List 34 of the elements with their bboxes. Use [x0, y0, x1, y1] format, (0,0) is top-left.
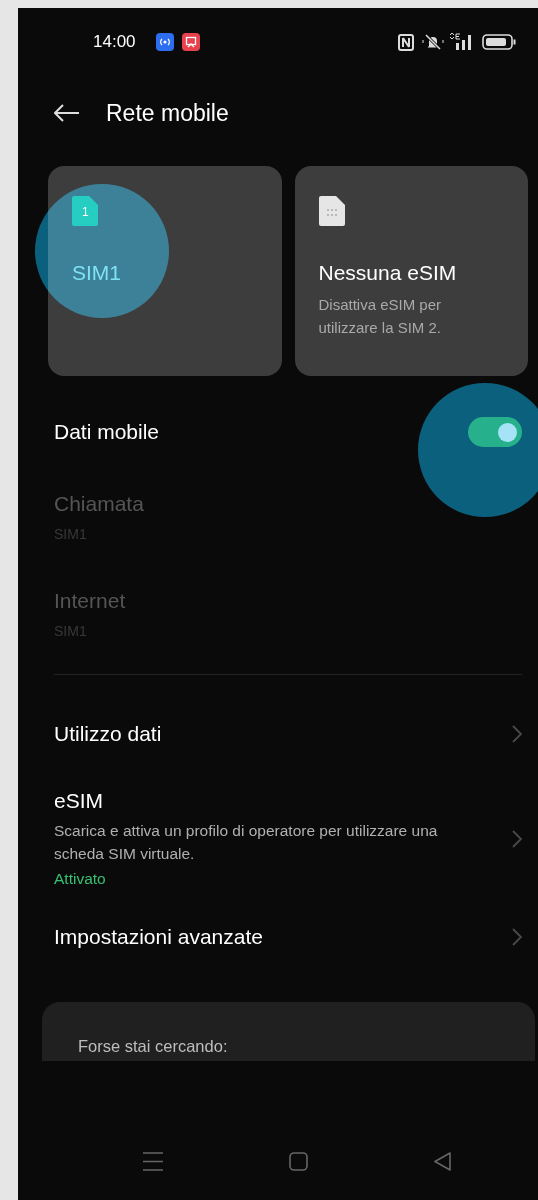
- menu-item[interactable]: Impostazioni avanzate: [18, 900, 538, 974]
- sim-name: SIM1: [72, 261, 122, 285]
- chevron-right-icon: [512, 725, 522, 743]
- nfc-icon: [398, 33, 414, 51]
- setting-label: Chiamata: [54, 492, 145, 516]
- sim-card[interactable]: Nessuna eSIM Disattiva eSIM per utilizzare la SIM 2.: [294, 166, 528, 376]
- status-text: Attivato: [54, 870, 107, 888]
- menu-button[interactable]: [143, 1151, 163, 1171]
- menu-description: Scarica e attiva un profilo di operatore per utilizzare una scheda SIM virtuale.: [54, 821, 439, 864]
- broadcast-app-icon: [155, 33, 174, 51]
- suggestion-title: Forse stai cercando:: [78, 1037, 228, 1055]
- toggle-switch[interactable]: [468, 417, 522, 447]
- menu-item[interactable]: Utilizzo dati: [18, 697, 538, 771]
- status-time: 14:00: [93, 32, 136, 52]
- triangle-back-icon: [433, 1151, 452, 1171]
- sim-card-icon: [318, 196, 345, 226]
- home-button[interactable]: [288, 1151, 308, 1171]
- battery-icon: [482, 34, 516, 50]
- setting-label: Dati mobile: [54, 420, 161, 444]
- menu-title: eSIM: [54, 789, 104, 813]
- sim-name: Nessuna eSIM: [318, 261, 458, 285]
- muted-bell-icon: [422, 33, 444, 51]
- menu-title: Impostazioni avanzate: [54, 925, 264, 949]
- sim-description: Disattiva eSIM per utilizzare la SIM 2.: [318, 295, 443, 338]
- back-arrow-icon: [54, 104, 80, 122]
- menu-title: Utilizzo dati: [54, 722, 163, 746]
- menu-item[interactable]: eSIM Scarica e attiva un profilo di operatore per utilizzare una scheda SIM virtuale. Attivato: [18, 789, 538, 888]
- square-icon: [288, 1151, 308, 1171]
- screen-app-icon: [181, 33, 200, 51]
- page-title: Rete mobile: [106, 99, 229, 127]
- menu-icon: [143, 1151, 163, 1171]
- chevron-right-icon: [512, 829, 522, 848]
- setting-label: Internet: [54, 589, 127, 613]
- chevron-right-icon: [512, 928, 522, 946]
